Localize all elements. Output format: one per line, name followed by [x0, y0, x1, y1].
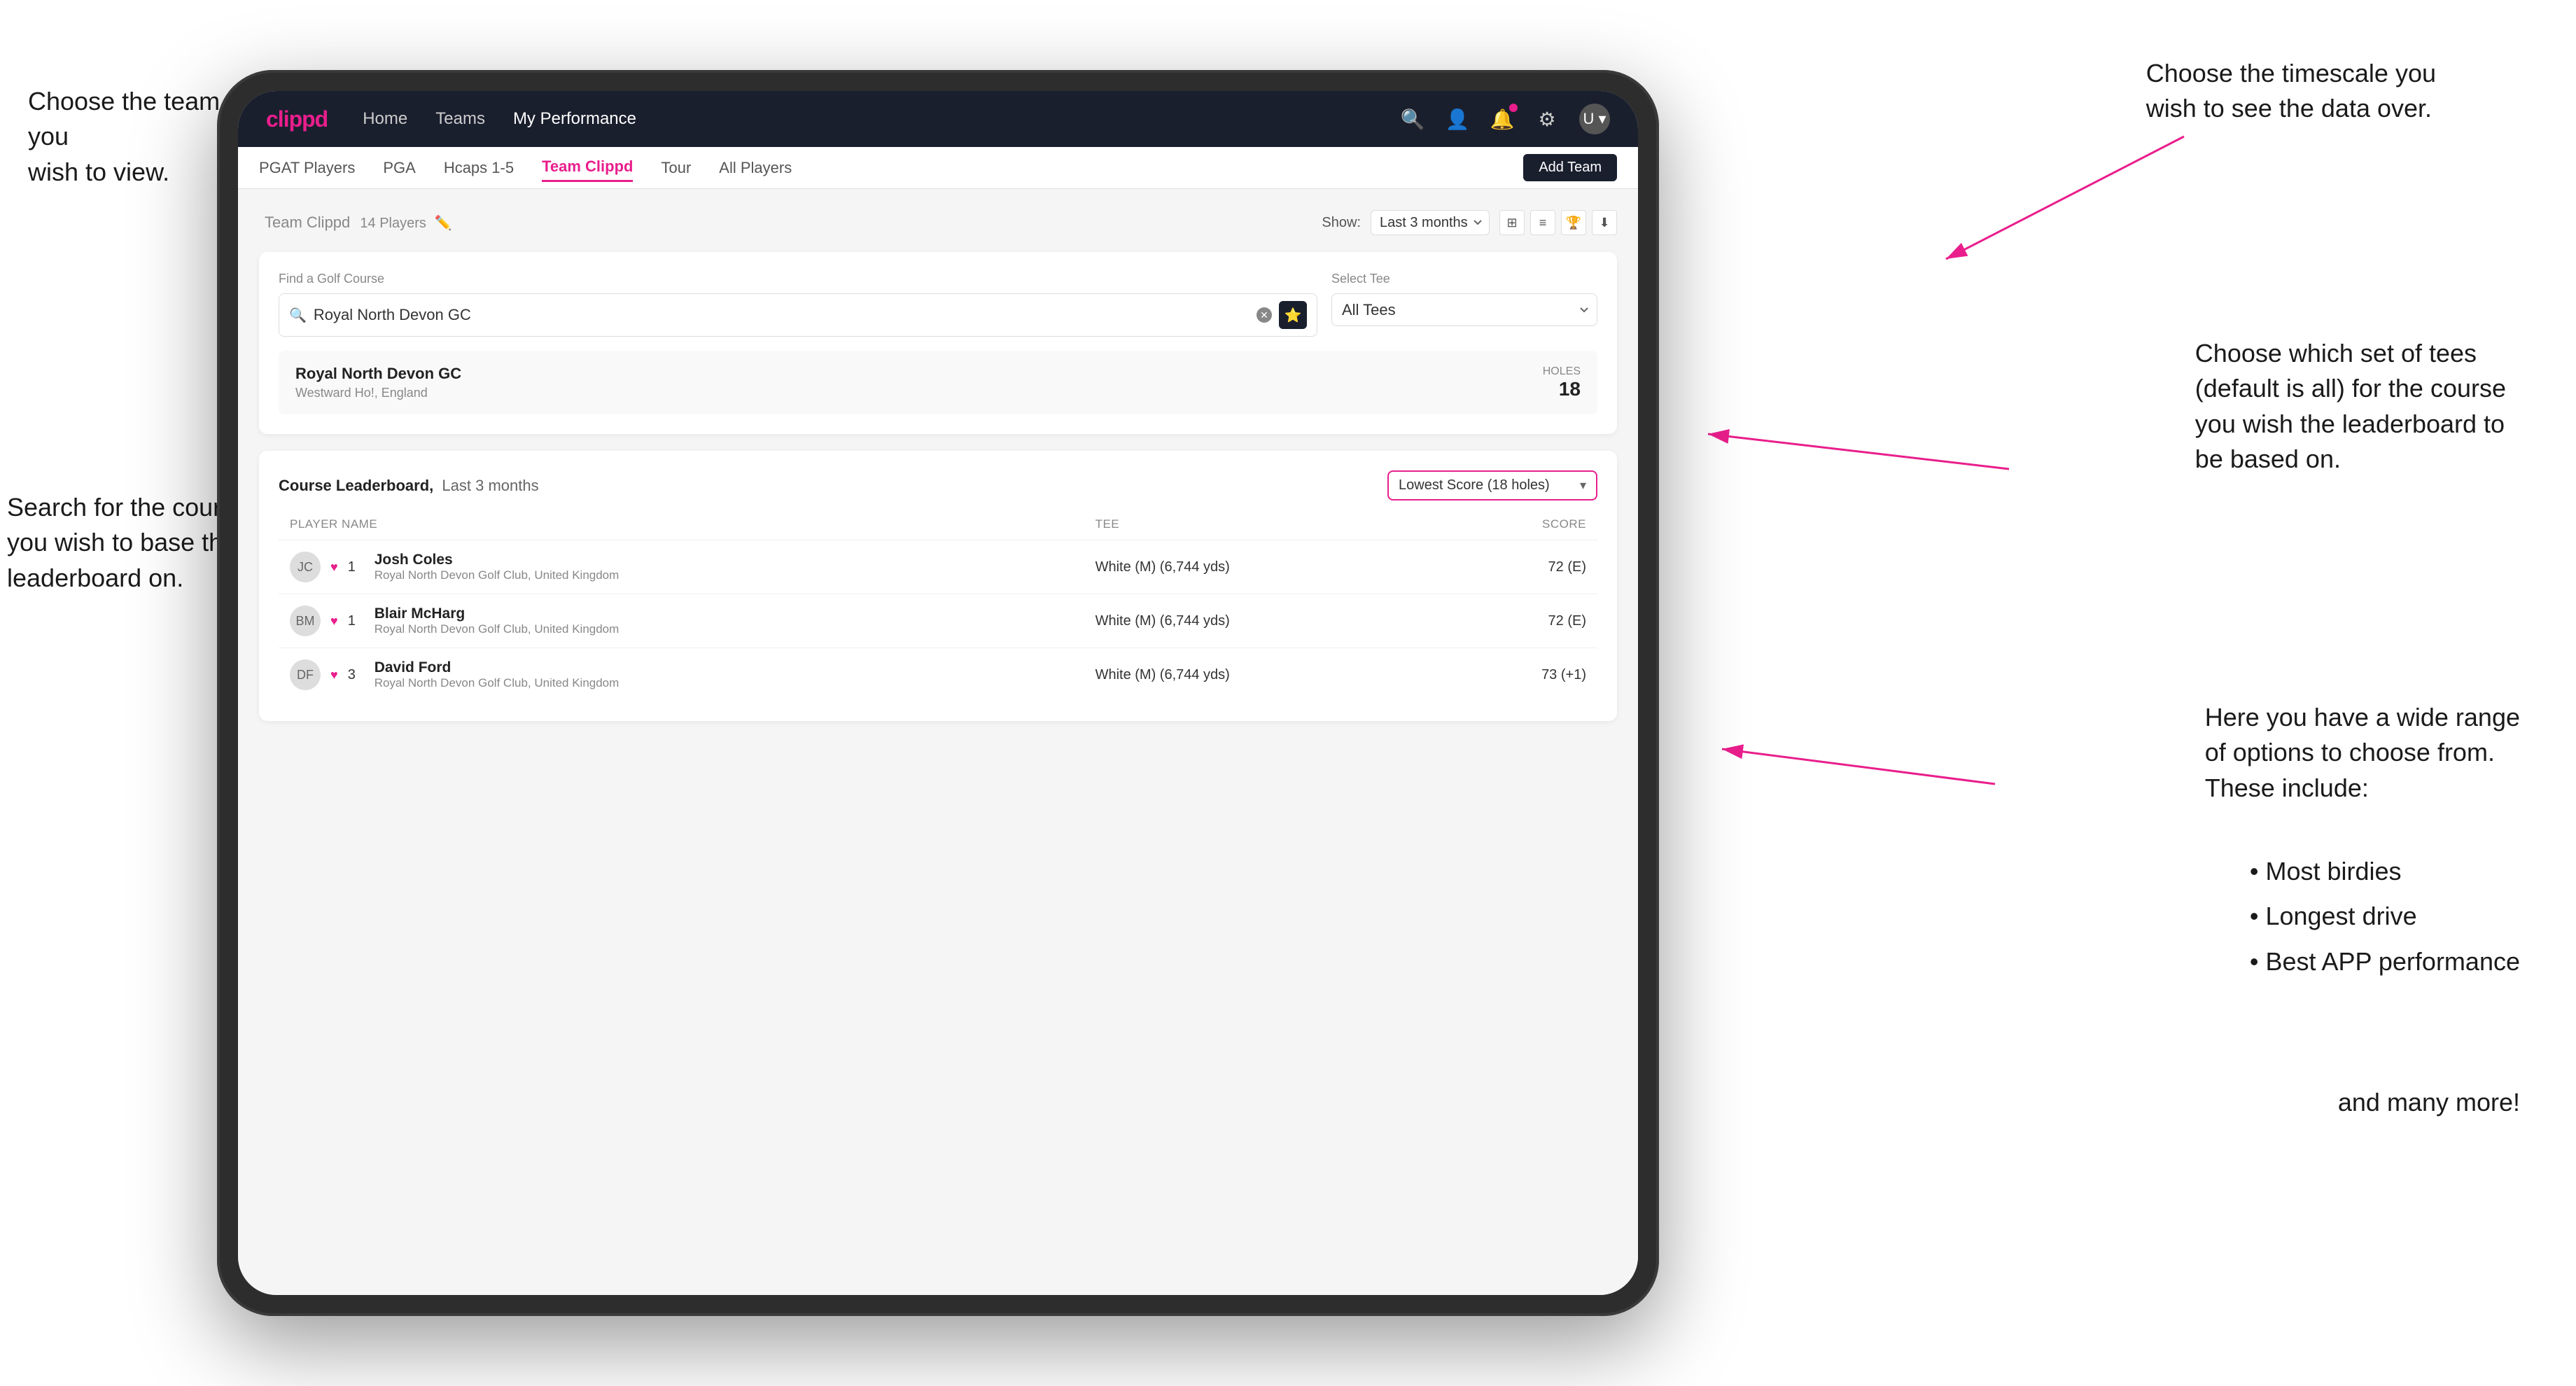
player-heart-2: ♥ — [330, 614, 338, 629]
score-filter-label: Lowest Score (18 holes) — [1399, 477, 1573, 493]
course-name: Royal North Devon GC — [295, 365, 461, 383]
sub-nav-pga[interactable]: PGA — [383, 155, 415, 181]
player-heart-1: ♥ — [330, 560, 338, 575]
nav-teams[interactable]: Teams — [435, 109, 485, 129]
sub-nav-all-players[interactable]: All Players — [719, 155, 792, 181]
navbar-icons: 🔍 👤 🔔 ⚙ U ▾ — [1400, 104, 1610, 134]
col-player: PLAYER NAME — [279, 517, 1084, 540]
player-score-1: 72 (E) — [1443, 540, 1597, 594]
player-club-2: Royal North Devon Golf Club, United King… — [374, 622, 620, 636]
player-avatar-2: BM — [290, 606, 321, 636]
player-cell-1: JC ♥ 1 Josh Coles Royal North Devon Golf… — [279, 540, 1084, 594]
player-avatar-3: DF — [290, 659, 321, 690]
table-body: JC ♥ 1 Josh Coles Royal North Devon Golf… — [279, 540, 1597, 702]
search-row: Find a Golf Course 🔍 ✕ ⭐ Select Tee — [279, 272, 1597, 337]
course-info: Royal North Devon GC Westward Ho!, Engla… — [295, 365, 461, 400]
search-star-button[interactable]: ⭐ — [1279, 301, 1307, 329]
course-search-icon: 🔍 — [289, 307, 307, 324]
nav-my-performance[interactable]: My Performance — [513, 109, 636, 129]
select-tee-label: Select Tee — [1331, 272, 1597, 286]
course-search-input[interactable] — [314, 306, 1250, 324]
search-card: Find a Golf Course 🔍 ✕ ⭐ Select Tee — [259, 252, 1617, 434]
player-score-2: 72 (E) — [1443, 594, 1597, 648]
holes-badge: Holes 18 — [1543, 365, 1581, 400]
edit-icon[interactable]: ✏️ — [435, 214, 452, 232]
team-header: Team Clippd 14 Players ✏️ Show: Last 3 m… — [259, 210, 1617, 235]
player-name-3: David Ford — [374, 659, 620, 676]
table-row: BM ♥ 1 Blair McHarg Royal North Devon Go… — [279, 594, 1597, 648]
holes-label: Holes — [1543, 365, 1581, 378]
player-club-1: Royal North Devon Golf Club, United King… — [374, 568, 620, 582]
player-name-2: Blair McHarg — [374, 606, 620, 622]
sub-nav-tour[interactable]: Tour — [661, 155, 691, 181]
leaderboard-card: Course Leaderboard, Last 3 months Lowest… — [259, 451, 1617, 721]
avatar[interactable]: U ▾ — [1579, 104, 1610, 134]
leaderboard-title: Course Leaderboard, Last 3 months — [279, 477, 539, 495]
navbar: clippd Home Teams My Performance 🔍 👤 🔔 ⚙… — [238, 91, 1638, 147]
player-cell-2: BM ♥ 1 Blair McHarg Royal North Devon Go… — [279, 594, 1084, 648]
sub-nav-team-clippd[interactable]: Team Clippd — [542, 153, 633, 182]
leaderboard-header: Course Leaderboard, Last 3 months Lowest… — [279, 470, 1597, 500]
tee-field-wrapper: Select Tee All Tees White (M) Yellow (M)… — [1331, 272, 1597, 337]
player-info-2: Blair McHarg Royal North Devon Golf Club… — [374, 606, 620, 636]
app-container: clippd Home Teams My Performance 🔍 👤 🔔 ⚙… — [238, 91, 1638, 1295]
table-header: PLAYER NAME TEE SCORE — [279, 517, 1597, 540]
search-input-row[interactable]: 🔍 ✕ ⭐ — [279, 293, 1317, 337]
search-icon[interactable]: 🔍 — [1400, 106, 1425, 132]
score-filter-dropdown[interactable]: Lowest Score (18 holes) ▾ — [1387, 470, 1597, 500]
player-info-3: David Ford Royal North Devon Golf Club, … — [374, 659, 620, 690]
player-club-3: Royal North Devon Golf Club, United King… — [374, 676, 620, 690]
table-row: JC ♥ 1 Josh Coles Royal North Devon Golf… — [279, 540, 1597, 594]
ipad-frame: clippd Home Teams My Performance 🔍 👤 🔔 ⚙… — [217, 70, 1659, 1316]
table-row: DF ♥ 3 David Ford Royal North Devon Golf… — [279, 648, 1597, 702]
grid-view-button[interactable]: ⊞ — [1499, 210, 1525, 235]
player-info-1: Josh Coles Royal North Devon Golf Club, … — [374, 552, 620, 582]
ipad-screen: clippd Home Teams My Performance 🔍 👤 🔔 ⚙… — [238, 91, 1638, 1295]
player-name-1: Josh Coles — [374, 552, 620, 568]
main-content: Team Clippd 14 Players ✏️ Show: Last 3 m… — [238, 189, 1638, 1295]
bell-icon[interactable]: 🔔 — [1490, 106, 1515, 132]
show-dropdown[interactable]: Last 3 months — [1371, 210, 1490, 235]
player-heart-3: ♥ — [330, 668, 338, 682]
person-icon[interactable]: 👤 — [1445, 106, 1470, 132]
app-logo: clippd — [266, 106, 328, 132]
sub-nav-pgat[interactable]: PGAT Players — [259, 155, 355, 181]
player-tee-3: White (M) (6,744 yds) — [1084, 648, 1444, 702]
leaderboard-table: PLAYER NAME TEE SCORE JC ♥ — [279, 517, 1597, 701]
score-filter-arrow: ▾ — [1580, 478, 1586, 493]
search-field-wrapper: Find a Golf Course 🔍 ✕ ⭐ — [279, 272, 1317, 337]
player-tee-1: White (M) (6,744 yds) — [1084, 540, 1444, 594]
col-score: SCORE — [1443, 517, 1597, 540]
download-button[interactable]: ⬇ — [1592, 210, 1617, 235]
tee-dropdown[interactable]: All Tees White (M) Yellow (M) Red (L) — [1331, 293, 1597, 326]
navbar-nav: Home Teams My Performance — [363, 109, 1400, 129]
player-avatar-1: JC — [290, 552, 321, 582]
course-result: Royal North Devon GC Westward Ho!, Engla… — [279, 351, 1597, 414]
add-team-button[interactable]: Add Team — [1523, 154, 1617, 181]
holes-number: 18 — [1543, 378, 1581, 400]
view-icons: ⊞ ≡ 🏆 ⬇ — [1499, 210, 1617, 235]
sub-nav-hcaps[interactable]: Hcaps 1-5 — [444, 155, 514, 181]
trophy-view-button[interactable]: 🏆 — [1561, 210, 1586, 235]
search-clear-button[interactable]: ✕ — [1256, 307, 1272, 323]
player-score-3: 73 (+1) — [1443, 648, 1597, 702]
find-course-label: Find a Golf Course — [279, 272, 1317, 286]
settings-icon[interactable]: ⚙ — [1534, 106, 1560, 132]
show-label: Show: — [1322, 215, 1361, 231]
nav-home[interactable]: Home — [363, 109, 407, 129]
col-tee: TEE — [1084, 517, 1444, 540]
sub-navbar: PGAT Players PGA Hcaps 1-5 Team Clippd T… — [238, 147, 1638, 189]
player-rank-3: 3 — [348, 667, 365, 683]
player-cell-3: DF ♥ 3 David Ford Royal North Devon Golf… — [279, 648, 1084, 702]
team-title: Team Clippd 14 Players — [259, 214, 426, 232]
player-rank-1: 1 — [348, 559, 365, 575]
player-rank-2: 1 — [348, 613, 365, 629]
course-location: Westward Ho!, England — [295, 386, 461, 400]
player-tee-2: White (M) (6,744 yds) — [1084, 594, 1444, 648]
list-view-button[interactable]: ≡ — [1530, 210, 1555, 235]
show-controls: Show: Last 3 months ⊞ ≡ 🏆 ⬇ — [1322, 210, 1617, 235]
